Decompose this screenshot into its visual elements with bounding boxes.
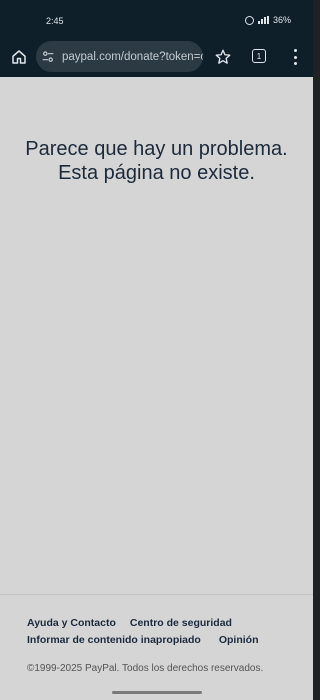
address-bar[interactable]: paypal.com/donate?token=c xyxy=(36,41,203,72)
footer-links: Ayuda y Contacto Centro de seguridad Inf… xyxy=(27,617,297,651)
more-vert-icon[interactable] xyxy=(290,49,300,65)
status-bar: 2:45 36% xyxy=(0,0,313,40)
error-subtitle: Esta página no existe. xyxy=(58,162,255,184)
footer-divider xyxy=(0,594,313,595)
footer-link-feedback[interactable]: Opinión xyxy=(219,634,259,646)
signal-icon xyxy=(257,16,269,24)
alarm-icon xyxy=(244,15,254,25)
copyright: ©1999-2025 PayPal. Todos los derechos re… xyxy=(27,663,264,674)
home-icon[interactable] xyxy=(10,48,28,66)
gesture-bar[interactable] xyxy=(112,691,202,694)
footer-link-help[interactable]: Ayuda y Contacto xyxy=(27,617,116,629)
footer-link-report[interactable]: Informar de contenido inapropiado xyxy=(27,634,201,646)
footer-link-security[interactable]: Centro de seguridad xyxy=(130,617,232,629)
star-icon[interactable] xyxy=(214,48,232,66)
error-message: Parece que hay un problema. Esta página … xyxy=(0,137,313,185)
error-title: Parece que hay un problema. xyxy=(25,138,288,160)
status-icons: 36% xyxy=(244,15,291,25)
tune-icon[interactable] xyxy=(40,49,56,65)
tab-count: 1 xyxy=(256,51,262,61)
status-time: 2:45 xyxy=(46,16,64,26)
browser-toolbar: paypal.com/donate?token=c 1 xyxy=(0,40,313,77)
battery-percentage: 36% xyxy=(272,15,291,25)
tabs-icon[interactable]: 1 xyxy=(252,49,266,63)
page-content: Parece que hay un problema. Esta página … xyxy=(0,77,313,700)
url-text: paypal.com/donate?token=c xyxy=(62,50,203,63)
